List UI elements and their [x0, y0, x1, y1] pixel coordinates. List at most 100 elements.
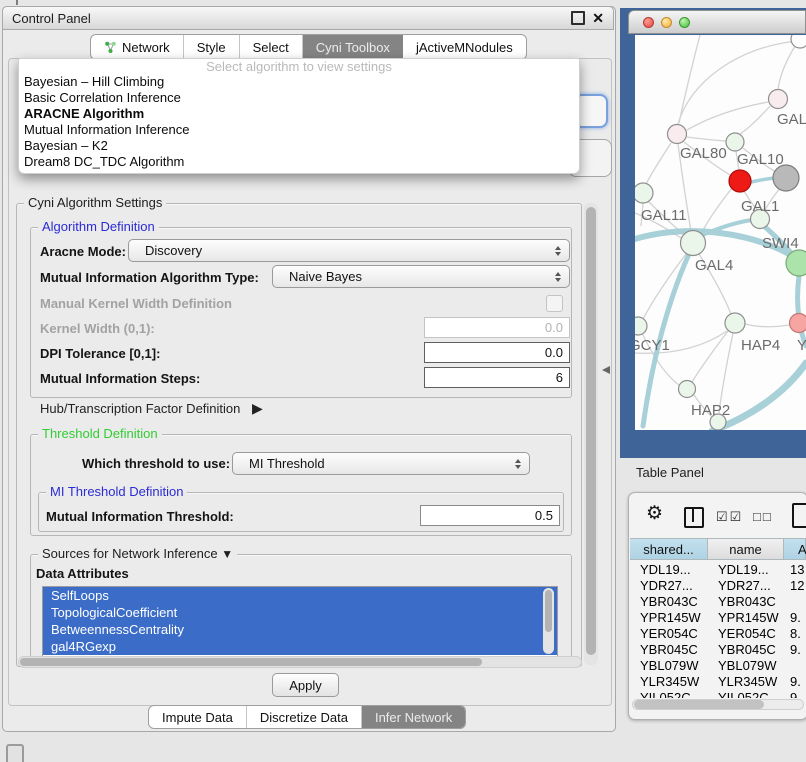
- tab-impute-data[interactable]: Impute Data: [149, 706, 247, 728]
- list-item[interactable]: SelfLoops: [43, 587, 557, 604]
- cyni-algorithm-settings-title: Cyni Algorithm Settings: [24, 196, 166, 210]
- dropdown-item[interactable]: Basic Correlation Inference: [19, 90, 579, 106]
- dropdown-item[interactable]: Mutual Information Inference: [19, 122, 579, 138]
- node-gal4: [681, 231, 706, 256]
- which-threshold-combobox[interactable]: MI Threshold: [232, 452, 530, 475]
- mi-algorithm-type-combobox[interactable]: Naive Bayes: [272, 265, 570, 288]
- partial-bottom-left-icon[interactable]: [6, 744, 24, 762]
- list-item[interactable]: gal4RGexp: [43, 638, 557, 655]
- manual-kernel-width-label: Manual Kernel Width Definition: [40, 296, 232, 311]
- close-icon[interactable]: ✕: [592, 11, 604, 25]
- combo-spinner-icon: [515, 459, 521, 469]
- svg-text:SWI4: SWI4: [762, 235, 799, 252]
- list-item[interactable]: BetweennessCentrality: [43, 621, 557, 638]
- deselect-all-checkboxes-icon[interactable]: □□: [753, 509, 773, 524]
- kernel-width-label: Kernel Width (0,1):: [40, 321, 155, 336]
- table-panel-title: Table Panel: [636, 465, 704, 480]
- tab-discretize-data[interactable]: Discretize Data: [247, 706, 362, 728]
- settings-scrollbar-thumb[interactable]: [586, 207, 596, 655]
- tab-network[interactable]: Network: [91, 35, 184, 59]
- minimize-traffic-light-icon[interactable]: [661, 17, 672, 28]
- list-item[interactable]: TopologicalCoefficient: [43, 604, 557, 621]
- dropdown-placeholder: Select algorithm to view settings: [19, 59, 579, 74]
- expand-right-icon[interactable]: ▶: [252, 400, 263, 416]
- mi-steps-field[interactable]: 6: [424, 367, 570, 388]
- table-hscrollbar-thumb[interactable]: [634, 700, 764, 709]
- dpi-tolerance-field[interactable]: 0.0: [424, 342, 570, 363]
- network-icon: [104, 41, 117, 54]
- node: [790, 314, 806, 333]
- data-attributes-list[interactable]: SelfLoops TopologicalCoefficient Between…: [42, 586, 558, 658]
- mi-steps-label: Mutual Information Steps:: [40, 371, 200, 386]
- tab-infer-network[interactable]: Infer Network: [362, 706, 465, 728]
- node: [769, 90, 788, 109]
- node-gal11: [635, 183, 653, 203]
- hub-definition-toggle[interactable]: Hub/Transcription Factor Definition ▶: [40, 400, 263, 417]
- control-panel-titlebar: Control Panel ✕: [2, 6, 614, 30]
- mi-threshold-field[interactable]: 0.5: [420, 505, 560, 526]
- algorithm-dropdown-popup: Select algorithm to view settings Bayesi…: [18, 58, 580, 174]
- node: [773, 165, 799, 191]
- columns-icon[interactable]: [684, 507, 704, 528]
- threshold-definition-title: Threshold Definition: [38, 427, 162, 441]
- tab-style[interactable]: Style: [184, 35, 240, 59]
- column-header-name[interactable]: name: [708, 538, 784, 560]
- control-panel-tabbar: Network Style Select Cyni Toolbox jActiv…: [90, 34, 527, 60]
- sources-title[interactable]: Sources for Network Inference ▼: [38, 547, 237, 561]
- table-row[interactable]: YDL19...YDL19...13 YDR27...YDR27...12 YB…: [630, 562, 806, 698]
- settings-hscrollbar-thumb[interactable]: [20, 658, 482, 666]
- new-table-icon[interactable]: [792, 503, 806, 528]
- data-attributes-label: Data Attributes: [36, 566, 129, 581]
- combo-spinner-icon: [555, 246, 561, 256]
- node-gal80: [668, 125, 687, 144]
- column-header-shared[interactable]: shared...: [630, 538, 708, 560]
- select-all-checkboxes-icon[interactable]: ☑☑: [716, 509, 743, 525]
- tab-select[interactable]: Select: [240, 35, 303, 59]
- node-gcy1: [635, 317, 647, 335]
- svg-text:GAL: GAL: [777, 111, 806, 128]
- node-hap2: [679, 381, 696, 398]
- manual-kernel-width-checkbox[interactable]: [546, 295, 563, 312]
- node-hap4: [725, 313, 745, 333]
- dropdown-item[interactable]: Dream8 DC_TDC Algorithm: [19, 154, 579, 170]
- tab-jactivemnodules[interactable]: jActiveMNodules: [403, 35, 526, 59]
- node: [791, 35, 806, 48]
- collapse-down-icon[interactable]: ▼: [221, 547, 233, 561]
- combo-spinner-icon: [555, 272, 561, 282]
- node: [786, 250, 806, 276]
- attributes-scrollbar-thumb[interactable]: [545, 590, 552, 632]
- gear-icon[interactable]: ⚙: [646, 504, 663, 523]
- svg-text:GAL11: GAL11: [641, 207, 687, 224]
- top-edge-tick: [16, 0, 18, 5]
- svg-text:HAP4: HAP4: [741, 337, 780, 354]
- svg-text:GCY1: GCY1: [635, 337, 670, 354]
- dropdown-item[interactable]: Bayesian – K2: [19, 138, 579, 154]
- apply-button[interactable]: Apply: [272, 673, 339, 697]
- mouse-cursor: [602, 366, 610, 374]
- tab-cyni-toolbox[interactable]: Cyni Toolbox: [303, 35, 403, 59]
- dropdown-item-selected[interactable]: ARACNE Algorithm: [19, 106, 579, 122]
- bottom-tabbar: Impute Data Discretize Data Infer Networ…: [148, 705, 466, 729]
- float-window-icon[interactable]: [571, 11, 585, 25]
- svg-text:Y: Y: [797, 337, 806, 354]
- network-graph: GAL GAL80 GAL10 GAL1 GAL11 SWI4 GAL4 GCY…: [635, 35, 806, 430]
- node-gal1-selected: [729, 170, 751, 192]
- network-canvas[interactable]: GAL GAL80 GAL10 GAL1 GAL11 SWI4 GAL4 GCY…: [635, 35, 806, 430]
- svg-text:HAP2: HAP2: [691, 402, 730, 419]
- network-window-titlebar[interactable]: [628, 10, 806, 34]
- zoom-traffic-light-icon[interactable]: [679, 17, 690, 28]
- column-header-partial[interactable]: A: [784, 538, 806, 560]
- control-panel-title: Control Panel: [12, 11, 91, 26]
- svg-text:GAL4: GAL4: [695, 257, 733, 274]
- close-traffic-light-icon[interactable]: [643, 17, 654, 28]
- algorithm-definition-title: Algorithm Definition: [38, 220, 159, 234]
- svg-text:GAL1: GAL1: [741, 198, 779, 215]
- svg-text:GAL80: GAL80: [680, 145, 727, 162]
- which-threshold-label: Which threshold to use:: [82, 456, 230, 471]
- aracne-mode-combobox[interactable]: Discovery: [128, 239, 570, 262]
- kernel-width-field[interactable]: 0.0: [424, 317, 570, 338]
- dropdown-item[interactable]: Bayesian – Hill Climbing: [19, 74, 579, 90]
- mi-threshold-definition-title: MI Threshold Definition: [46, 485, 187, 499]
- svg-text:GAL10: GAL10: [737, 151, 784, 168]
- dpi-tolerance-label: DPI Tolerance [0,1]:: [40, 346, 160, 361]
